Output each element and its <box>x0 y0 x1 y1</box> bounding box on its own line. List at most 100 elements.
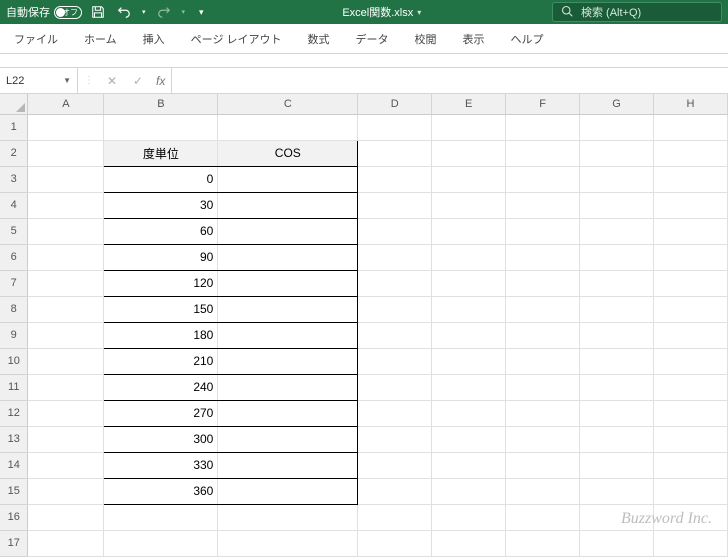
col-header[interactable]: B <box>104 94 218 114</box>
cell[interactable] <box>654 374 728 400</box>
cell[interactable] <box>28 374 104 400</box>
cell[interactable] <box>358 400 432 426</box>
row-header[interactable]: 14 <box>0 452 28 478</box>
search-box[interactable]: 検索 (Alt+Q) <box>552 2 722 22</box>
cell[interactable] <box>358 504 432 530</box>
cell[interactable] <box>358 140 432 166</box>
cell[interactable] <box>358 114 432 140</box>
cell[interactable] <box>580 452 654 478</box>
row-header[interactable]: 7 <box>0 270 28 296</box>
undo-dropdown-icon[interactable]: ▾ <box>142 8 146 16</box>
col-header[interactable]: F <box>506 94 580 114</box>
cell[interactable]: 240 <box>104 374 218 400</box>
tab-formulas[interactable]: 数式 <box>304 25 334 53</box>
cell[interactable] <box>218 296 358 322</box>
cell[interactable] <box>580 114 654 140</box>
cell[interactable]: 180 <box>104 322 218 348</box>
cell[interactable] <box>28 114 104 140</box>
cell[interactable] <box>654 244 728 270</box>
cell[interactable] <box>358 244 432 270</box>
cell[interactable] <box>506 270 580 296</box>
cell[interactable] <box>28 270 104 296</box>
cell[interactable] <box>580 478 654 504</box>
cell[interactable] <box>580 374 654 400</box>
cell[interactable] <box>358 192 432 218</box>
cell[interactable] <box>506 478 580 504</box>
cell[interactable] <box>358 530 432 556</box>
row-header[interactable]: 16 <box>0 504 28 530</box>
cell[interactable] <box>654 140 728 166</box>
cell[interactable] <box>218 374 358 400</box>
cell[interactable] <box>358 218 432 244</box>
row-header[interactable]: 8 <box>0 296 28 322</box>
cell[interactable] <box>28 348 104 374</box>
cell[interactable] <box>506 114 580 140</box>
cell[interactable] <box>580 244 654 270</box>
cell[interactable] <box>104 114 218 140</box>
tab-data[interactable]: データ <box>352 25 393 53</box>
cell[interactable] <box>432 530 506 556</box>
cell[interactable] <box>506 192 580 218</box>
row-header[interactable]: 15 <box>0 478 28 504</box>
autosave-toggle[interactable]: 自動保存 オフ <box>6 4 82 20</box>
cell[interactable] <box>580 166 654 192</box>
cell[interactable] <box>432 166 506 192</box>
cell[interactable] <box>654 270 728 296</box>
cell[interactable] <box>218 348 358 374</box>
undo-icon[interactable] <box>116 4 132 20</box>
redo-icon[interactable] <box>156 4 172 20</box>
cell[interactable] <box>218 166 358 192</box>
cell[interactable] <box>432 218 506 244</box>
cell[interactable] <box>580 140 654 166</box>
cell[interactable] <box>654 426 728 452</box>
cell[interactable] <box>432 192 506 218</box>
tab-help[interactable]: ヘルプ <box>507 25 548 53</box>
cell[interactable]: COS <box>218 140 358 166</box>
cell[interactable] <box>28 452 104 478</box>
cell[interactable] <box>432 504 506 530</box>
enter-icon[interactable]: ✓ <box>130 73 146 89</box>
cell[interactable] <box>358 478 432 504</box>
cell[interactable]: 210 <box>104 348 218 374</box>
row-header[interactable]: 4 <box>0 192 28 218</box>
cell[interactable]: 120 <box>104 270 218 296</box>
cell[interactable] <box>654 504 728 530</box>
col-header[interactable]: A <box>28 94 104 114</box>
cell[interactable] <box>580 348 654 374</box>
cell[interactable] <box>432 426 506 452</box>
name-box[interactable]: L22 ▼ <box>0 68 78 93</box>
tab-page-layout[interactable]: ページ レイアウト <box>187 25 286 53</box>
cell[interactable] <box>358 426 432 452</box>
cell[interactable]: 60 <box>104 218 218 244</box>
cell[interactable] <box>654 348 728 374</box>
cell[interactable] <box>506 296 580 322</box>
cell[interactable] <box>654 400 728 426</box>
cell[interactable] <box>580 218 654 244</box>
cell[interactable] <box>358 270 432 296</box>
row-header[interactable]: 12 <box>0 400 28 426</box>
cell[interactable] <box>506 218 580 244</box>
cell[interactable]: 0 <box>104 166 218 192</box>
cell[interactable] <box>506 452 580 478</box>
cell[interactable] <box>218 244 358 270</box>
cell[interactable] <box>28 426 104 452</box>
cell[interactable] <box>358 322 432 348</box>
cell[interactable] <box>432 452 506 478</box>
tab-view[interactable]: 表示 <box>459 25 489 53</box>
cell[interactable] <box>506 504 580 530</box>
cell[interactable]: 270 <box>104 400 218 426</box>
formula-input[interactable] <box>172 68 728 93</box>
row-header[interactable]: 13 <box>0 426 28 452</box>
cell[interactable] <box>506 140 580 166</box>
tab-home[interactable]: ホーム <box>80 25 121 53</box>
cell[interactable] <box>506 426 580 452</box>
cell[interactable] <box>28 140 104 166</box>
cell[interactable] <box>28 530 104 556</box>
cell[interactable]: 360 <box>104 478 218 504</box>
cell[interactable] <box>432 270 506 296</box>
save-icon[interactable] <box>90 4 106 20</box>
cell[interactable] <box>506 166 580 192</box>
row-header[interactable]: 9 <box>0 322 28 348</box>
cell[interactable] <box>580 270 654 296</box>
cell[interactable] <box>28 244 104 270</box>
